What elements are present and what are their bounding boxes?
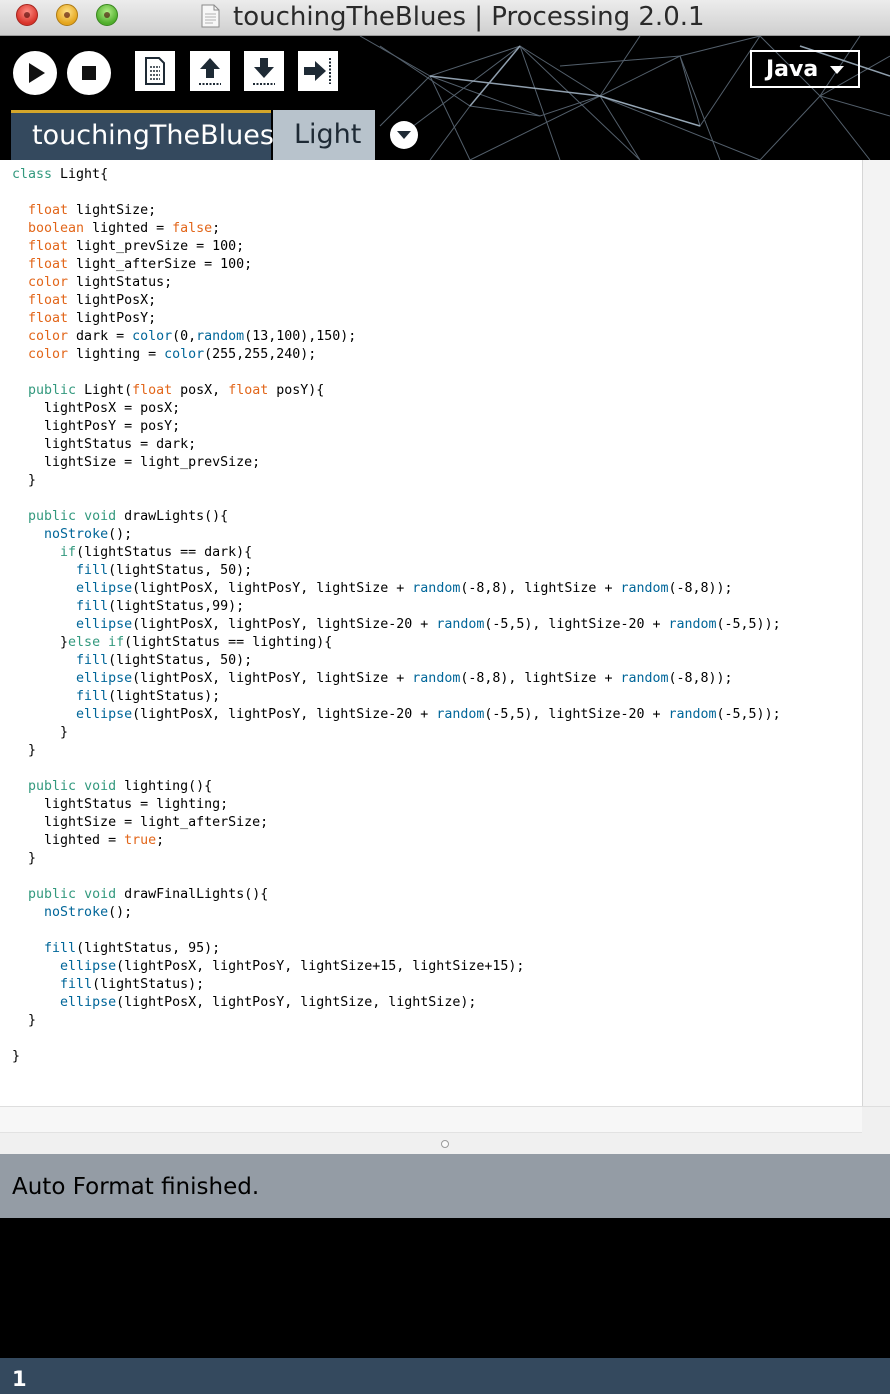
close-window-button[interactable] (16, 4, 38, 26)
stop-icon (82, 66, 96, 80)
chevron-down-icon (397, 131, 411, 139)
line-number: 1 (12, 1367, 27, 1391)
new-icon (145, 57, 165, 85)
horizontal-scrollbar[interactable] (0, 1107, 862, 1133)
toolbar: Java touchingTheBlues Light (0, 36, 890, 160)
chevron-down-icon (830, 66, 844, 74)
document-icon (201, 4, 220, 28)
play-icon (29, 63, 45, 83)
title-bar: touchingTheBlues | Processing 2.0.1 (0, 0, 890, 36)
mode-selector[interactable]: Java (750, 50, 860, 88)
tab-menu-button[interactable] (390, 121, 418, 149)
zoom-window-button[interactable] (96, 4, 118, 26)
split-pane-handle[interactable] (441, 1140, 449, 1148)
line-number-bar: 1 (0, 1358, 890, 1394)
open-button[interactable] (190, 51, 230, 91)
code-editor[interactable]: class Light{ float lightSize; boolean li… (0, 160, 890, 1106)
editor-footer (0, 1106, 890, 1154)
open-icon (199, 58, 221, 85)
mode-label: Java (766, 57, 819, 82)
stop-button[interactable] (67, 51, 111, 95)
tab-light[interactable]: Light (273, 110, 375, 160)
status-bar: Auto Format finished. (0, 1154, 890, 1218)
export-button[interactable] (298, 51, 338, 91)
vertical-scrollbar[interactable] (862, 160, 890, 1106)
save-icon (253, 58, 275, 85)
status-message: Auto Format finished. (12, 1174, 260, 1200)
minimize-window-button[interactable] (56, 4, 78, 26)
console-area[interactable] (0, 1218, 890, 1358)
tab-touchingtheblues[interactable]: touchingTheBlues (11, 110, 274, 160)
export-icon (304, 58, 331, 84)
run-button[interactable] (13, 51, 57, 95)
code-text[interactable]: class Light{ float lightSize; boolean li… (12, 166, 781, 1066)
save-button[interactable] (244, 51, 284, 91)
window-title: touchingTheBlues | Processing 2.0.1 (233, 2, 705, 32)
new-button[interactable] (135, 51, 175, 91)
